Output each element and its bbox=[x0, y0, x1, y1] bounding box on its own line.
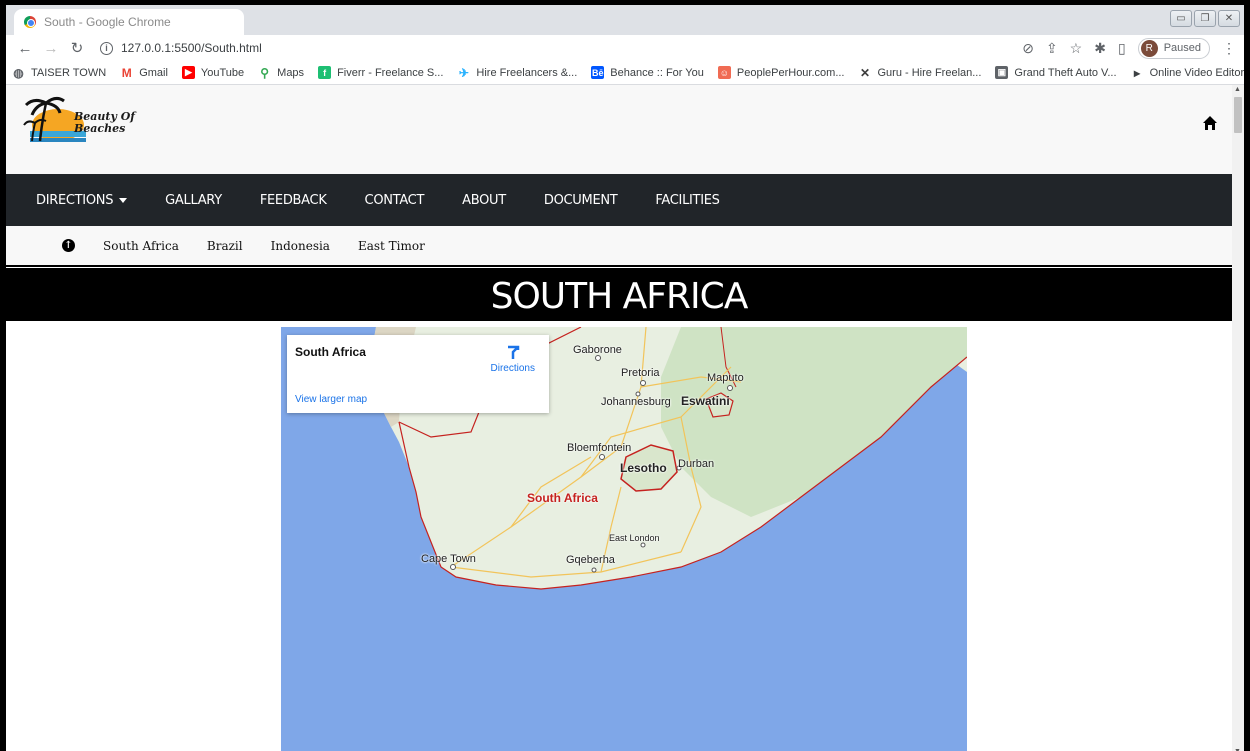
map-label-pretoria: Pretoria bbox=[621, 367, 660, 379]
main-navbar: DIRECTIONS GALLARY FEEDBACK CONTACT ABOUT DOC… bbox=[6, 174, 1232, 226]
bookmark-item[interactable]: ▣ Grand Theft Auto V... bbox=[995, 66, 1117, 79]
bookmark-item[interactable]: ⚲ Maps bbox=[258, 65, 305, 80]
page-scrollbar[interactable]: ▲ ▼ bbox=[1232, 85, 1244, 751]
nav-directions[interactable]: DIRECTIONS bbox=[36, 193, 128, 208]
map-label-cape-town: Cape Town bbox=[421, 553, 476, 565]
gmail-icon: M bbox=[121, 65, 132, 80]
bookmark-item[interactable]: ▸ Online Video Editor... bbox=[1131, 65, 1244, 80]
nav-contact[interactable]: CONTACT bbox=[365, 193, 425, 208]
bookmark-label: Guru - Hire Freelan... bbox=[877, 66, 982, 79]
caret-down-icon bbox=[119, 197, 128, 203]
map-label-bloemfontein: Bloemfontein bbox=[567, 442, 632, 454]
profile-status: Paused bbox=[1163, 42, 1201, 54]
arrow-up-circle-icon[interactable]: ↑ bbox=[62, 239, 75, 252]
pph-icon: ☺ bbox=[717, 66, 731, 79]
bookmark-label: Fiverr - Freelance S... bbox=[337, 66, 444, 79]
map-label-gqeberha: Gqeberha bbox=[566, 554, 615, 566]
menu-icon[interactable]: ⋮ bbox=[1222, 40, 1236, 57]
extensions-icon[interactable]: ✱ bbox=[1094, 40, 1106, 57]
bookmarks-bar: ◍ TAISER TOWN M Gmail ▶ YouTube ⚲ Maps f Fiverr -… bbox=[6, 61, 1244, 85]
map-label-durban: Durban bbox=[678, 458, 715, 470]
nav-facilities[interactable]: FACILITIES bbox=[655, 193, 719, 208]
map-label-eswatini: Eswatini bbox=[681, 394, 730, 408]
directions-icon bbox=[507, 345, 520, 359]
close-icon[interactable]: ✕ bbox=[1218, 10, 1240, 27]
page-viewport: Beauty Of Beaches DIRECTIONS GALLARY FEEDB… bbox=[6, 85, 1232, 751]
avatar: R bbox=[1140, 39, 1158, 57]
home-icon[interactable] bbox=[1202, 115, 1218, 131]
video-editor-icon: ▸ bbox=[1134, 65, 1141, 80]
map-info-card: South Africa Directions View larger map bbox=[287, 335, 549, 413]
bookmark-label: Gmail bbox=[139, 66, 168, 79]
page-title: SOUTH AFRICA bbox=[6, 268, 1232, 321]
bookmark-item[interactable]: ◍ TAISER TOWN bbox=[12, 65, 107, 80]
map-label-maputo: Maputo bbox=[707, 372, 744, 384]
side-panel-icon[interactable]: ▯ bbox=[1118, 40, 1126, 57]
browser-window: South - Google Chrome ▭ ❐ ✕ ← → ↻ i 127.… bbox=[0, 0, 1250, 751]
bookmark-item[interactable]: ✈ Hire Freelancers &... bbox=[457, 65, 578, 80]
logo-text[interactable]: Beauty Of Beaches bbox=[74, 111, 135, 135]
youtube-icon: ▶ bbox=[181, 66, 195, 79]
bookmark-item[interactable]: ☺ PeoplePerHour.com... bbox=[717, 66, 845, 79]
behance-icon: Bē bbox=[591, 66, 605, 79]
bookmark-item[interactable]: Bē Behance :: For You bbox=[591, 66, 704, 79]
title-bar: South - Google Chrome ▭ ❐ ✕ bbox=[6, 5, 1244, 35]
map-label-johannesburg: Johannesburg bbox=[601, 396, 671, 408]
browser-tab[interactable]: South - Google Chrome bbox=[14, 9, 244, 35]
map-label-east-london: East London bbox=[609, 533, 660, 543]
embedded-map[interactable]: Gaborone Pretoria Maputo Johannesburg Es… bbox=[281, 327, 967, 751]
bookmark-label: YouTube bbox=[200, 66, 245, 79]
view-larger-map-link[interactable]: View larger map bbox=[295, 394, 367, 405]
map-label-south-africa: South Africa bbox=[527, 491, 598, 505]
fiverr-icon: f bbox=[318, 66, 332, 79]
scroll-up-icon[interactable]: ▲ bbox=[1234, 86, 1241, 93]
bookmark-label: PeoplePerHour.com... bbox=[736, 66, 845, 79]
bookmark-label: Maps bbox=[277, 66, 305, 79]
maps-icon: ⚲ bbox=[260, 65, 270, 80]
subnav-indonesia[interactable]: Indonesia bbox=[271, 239, 330, 253]
eye-off-icon[interactable]: ⊘ bbox=[1022, 40, 1034, 57]
reload-icon[interactable]: ↻ bbox=[66, 39, 88, 57]
address-bar[interactable]: i 127.0.0.1:5500/South.html bbox=[100, 41, 262, 55]
bookmark-item[interactable]: ✕ Guru - Hire Freelan... bbox=[859, 65, 982, 80]
tab-title: South - Google Chrome bbox=[44, 15, 171, 29]
sub-navbar: ↑ South Africa Brazil Indonesia East Timor bbox=[6, 226, 1232, 267]
browser-toolbar: ← → ↻ i 127.0.0.1:5500/South.html ⊘ ⇪ ☆ … bbox=[6, 35, 1244, 61]
site-info-icon[interactable]: i bbox=[100, 41, 113, 55]
minimize-icon[interactable]: ▭ bbox=[1170, 10, 1192, 27]
back-icon[interactable]: ← bbox=[14, 40, 36, 57]
bookmark-label: Grand Theft Auto V... bbox=[1014, 66, 1117, 79]
bookmark-label: Online Video Editor... bbox=[1149, 66, 1244, 79]
map-label-lesotho: Lesotho bbox=[620, 461, 667, 475]
bookmark-label: TAISER TOWN bbox=[31, 66, 107, 79]
directions-button[interactable]: Directions bbox=[491, 345, 535, 374]
bookmark-item[interactable]: M Gmail bbox=[120, 65, 168, 80]
window-controls: ▭ ❐ ✕ bbox=[1170, 10, 1240, 27]
nav-feedback[interactable]: FEEDBACK bbox=[260, 193, 327, 208]
nav-document[interactable]: DOCUMENT bbox=[544, 193, 618, 208]
gta-icon: ▣ bbox=[995, 66, 1009, 79]
star-icon[interactable]: ☆ bbox=[1070, 40, 1083, 57]
bookmark-label: Hire Freelancers &... bbox=[476, 66, 578, 79]
site-header: Beauty Of Beaches bbox=[6, 85, 1232, 174]
subnav-south-africa[interactable]: South Africa bbox=[103, 239, 179, 253]
subnav-brazil[interactable]: Brazil bbox=[207, 239, 243, 253]
profile-button[interactable]: R Paused bbox=[1137, 37, 1210, 59]
nav-gallary[interactable]: GALLARY bbox=[165, 193, 222, 208]
share-icon[interactable]: ⇪ bbox=[1046, 40, 1058, 57]
guru-icon: ✕ bbox=[859, 65, 871, 80]
nav-about[interactable]: ABOUT bbox=[462, 193, 506, 208]
scroll-thumb[interactable] bbox=[1234, 97, 1242, 133]
bookmark-label: Behance :: For You bbox=[610, 66, 704, 79]
url-text[interactable]: 127.0.0.1:5500/South.html bbox=[121, 41, 262, 55]
forward-icon[interactable]: → bbox=[40, 40, 62, 57]
map-label-gaborone: Gaborone bbox=[573, 344, 622, 356]
globe-icon: ◍ bbox=[13, 65, 24, 80]
subnav-east-timor[interactable]: East Timor bbox=[358, 239, 425, 253]
chrome-logo-icon bbox=[24, 16, 36, 28]
freelancer-icon: ✈ bbox=[458, 65, 469, 80]
bookmark-item[interactable]: ▶ YouTube bbox=[181, 66, 245, 79]
restore-icon[interactable]: ❐ bbox=[1194, 10, 1216, 27]
bookmark-item[interactable]: f Fiverr - Freelance S... bbox=[318, 66, 443, 79]
